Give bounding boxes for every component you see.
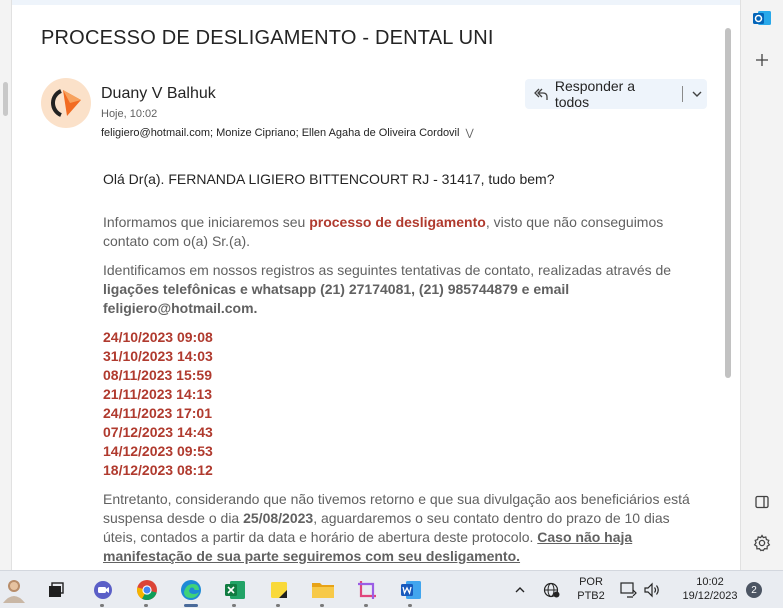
running-indicator bbox=[232, 604, 236, 607]
running-indicator bbox=[364, 604, 368, 607]
contact-date: 14/12/2023 09:53 bbox=[103, 443, 213, 459]
email-greeting: Olá Dr(a). FERNANDA LIGIERO BITTENCOURT … bbox=[103, 171, 555, 187]
clock[interactable]: 10:02 19/12/2023 bbox=[672, 575, 748, 603]
gutter-scroll-mark bbox=[3, 82, 8, 116]
reply-options-chevron-icon[interactable] bbox=[687, 88, 707, 100]
email-subject: PROCESSO DE DESLIGAMENTO - DENTAL UNI bbox=[41, 27, 494, 49]
reply-all-label: Responder a todos bbox=[554, 78, 635, 110]
task-view-icon[interactable] bbox=[42, 576, 70, 604]
contact-date: 24/11/2023 17:01 bbox=[103, 405, 212, 421]
paragraph-1: Informamos que iniciaremos seu processo … bbox=[103, 213, 703, 251]
running-indicator bbox=[408, 604, 412, 607]
contact-date: 08/11/2023 15:59 bbox=[103, 367, 212, 383]
reply-all-button[interactable]: Responder a todos bbox=[525, 78, 707, 110]
volume-icon[interactable] bbox=[642, 580, 662, 600]
settings-gear-icon[interactable] bbox=[750, 531, 774, 555]
reply-all-icon bbox=[533, 86, 555, 102]
running-indicator bbox=[320, 604, 324, 607]
sent-time: Hoje, 10:02 bbox=[101, 108, 158, 120]
show-hidden-icons-chevron-up-icon[interactable] bbox=[506, 576, 534, 604]
contact-date: 21/11/2023 14:13 bbox=[103, 386, 212, 402]
p2-contacts: ligações telefônicas e whatsapp (21) 271… bbox=[103, 281, 570, 316]
running-indicator bbox=[276, 604, 280, 607]
email-body: Olá Dr(a). FERNANDA LIGIERO BITTENCOURT … bbox=[103, 170, 703, 570]
sticky-notes-icon[interactable] bbox=[265, 576, 293, 604]
reading-pane: PROCESSO DE DESLIGAMENTO - DENTAL UNI Du… bbox=[12, 5, 730, 570]
notification-badge[interactable]: 2 bbox=[746, 582, 762, 598]
contact-dates-list: 24/10/2023 09:08 31/10/2023 14:03 08/11/… bbox=[103, 328, 703, 480]
contact-date: 07/12/2023 14:43 bbox=[103, 424, 213, 440]
left-gutter bbox=[0, 0, 12, 570]
windows-taskbar bbox=[0, 570, 783, 608]
teams-chat-icon[interactable] bbox=[89, 576, 117, 604]
side-panel-icon[interactable] bbox=[750, 490, 774, 514]
sender-name[interactable]: Duany V Balhuk bbox=[101, 85, 216, 103]
contact-date: 18/12/2023 08:12 bbox=[103, 462, 213, 478]
sender-avatar[interactable] bbox=[41, 78, 91, 128]
expand-recipients-icon[interactable]: ⋁ bbox=[465, 128, 473, 139]
recipients-list: feligiero@hotmail.com; Monize Cipriano; … bbox=[101, 127, 460, 139]
p2-text-a: Identificamos em nossos registros as seg… bbox=[103, 262, 672, 278]
clock-time: 10:02 bbox=[696, 576, 724, 588]
reply-divider bbox=[682, 86, 684, 102]
input-language-indicator[interactable]: POR PTB2 bbox=[573, 575, 609, 603]
edge-icon[interactable] bbox=[177, 576, 205, 604]
outlook-app-icon[interactable] bbox=[750, 6, 774, 30]
language-code: POR bbox=[579, 576, 603, 588]
reading-pane-scrollbar[interactable] bbox=[725, 28, 731, 378]
network-globe-icon[interactable] bbox=[538, 576, 566, 604]
p1-highlight: processo de desligamento bbox=[309, 214, 486, 230]
excel-icon[interactable] bbox=[221, 576, 249, 604]
user-avatar-icon[interactable] bbox=[0, 576, 28, 604]
display-mirror-icon[interactable] bbox=[619, 580, 639, 600]
p3-date: 25/08/2023 bbox=[243, 510, 314, 526]
running-indicator bbox=[144, 604, 148, 607]
paragraph-3: Entretanto, considerando que não tivemos… bbox=[103, 490, 703, 566]
dental-uni-logo-icon bbox=[51, 89, 81, 117]
right-rail bbox=[740, 0, 783, 570]
keyboard-layout: PTB2 bbox=[577, 590, 605, 602]
contact-date: 31/10/2023 14:03 bbox=[103, 348, 213, 364]
add-app-icon[interactable] bbox=[750, 48, 774, 72]
file-explorer-icon[interactable] bbox=[309, 576, 337, 604]
word-icon[interactable] bbox=[397, 576, 425, 604]
running-indicator bbox=[100, 604, 104, 607]
snipping-tool-icon[interactable] bbox=[353, 576, 381, 604]
contact-date: 24/10/2023 09:08 bbox=[103, 329, 213, 345]
paragraph-2: Identificamos em nossos registros as seg… bbox=[103, 261, 703, 318]
recipients-line[interactable]: feligiero@hotmail.com; Monize Cipriano; … bbox=[101, 127, 474, 139]
chrome-icon[interactable] bbox=[133, 576, 161, 604]
p1-text-a: Informamos que iniciaremos seu bbox=[103, 214, 310, 230]
active-app-indicator bbox=[184, 604, 198, 607]
clock-date: 19/12/2023 bbox=[682, 590, 738, 602]
